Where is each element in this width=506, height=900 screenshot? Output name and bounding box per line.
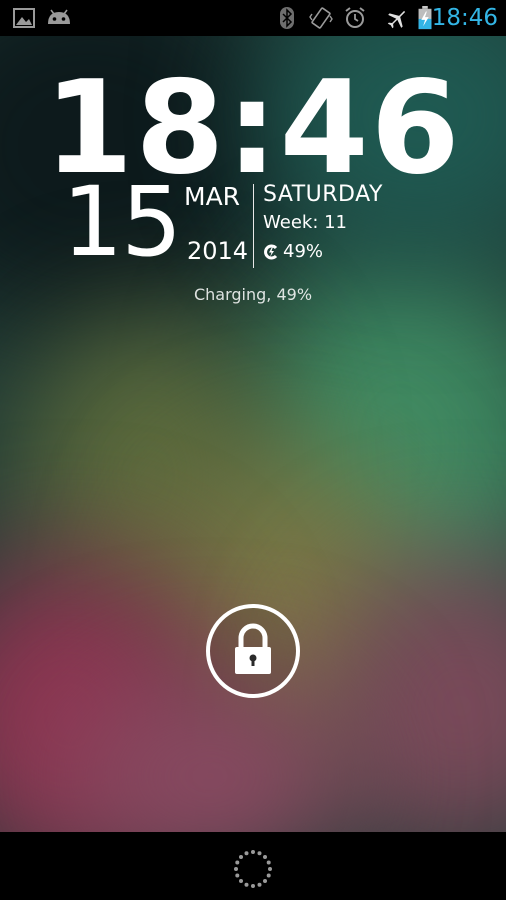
date-divider	[253, 184, 254, 268]
date-year: 2014	[187, 237, 249, 265]
vibrate-icon	[309, 7, 333, 29]
date-day: 15	[62, 166, 182, 278]
lock-icon[interactable]	[205, 603, 301, 699]
week-number: Week: 11	[263, 212, 348, 233]
alarm-icon	[345, 7, 365, 28]
charging-status: Charging, 49%	[193, 285, 313, 304]
battery-status: 49%	[263, 240, 323, 264]
status-clock: 18:46	[431, 5, 498, 31]
image-icon	[13, 8, 35, 28]
lock-screen: 18:46 18:46 15 MAR 2014 SATURDAY Week: 1…	[0, 0, 506, 900]
date-weekday: SATURDAY	[263, 182, 383, 207]
airplane-mode-icon	[387, 10, 406, 29]
bluetooth-icon	[280, 7, 294, 29]
loading-dots-icon[interactable]	[233, 849, 273, 889]
status-bar: 18:46	[0, 0, 506, 36]
battery-ring-icon	[264, 244, 278, 260]
battery-percent: 49%	[283, 241, 324, 262]
navigation-bar	[0, 832, 506, 900]
android-icon	[48, 9, 70, 24]
date-month: MAR	[184, 182, 241, 211]
